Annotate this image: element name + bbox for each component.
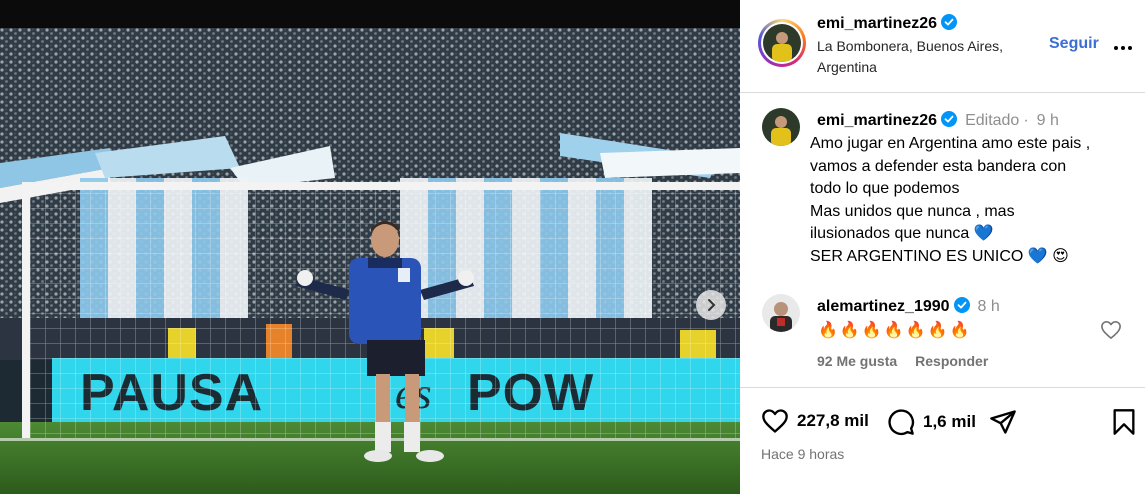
caption-line: SER ARGENTINO ES UNICO 💙 😍 <box>810 247 1069 265</box>
comment-time[interactable]: 8 h <box>978 298 1000 315</box>
header-username-row: emi_martinez26 <box>817 14 958 33</box>
post-timestamp[interactable]: Hace 9 horas <box>761 446 844 462</box>
commenter-username[interactable]: alemartinez_1990 <box>817 298 950 315</box>
post-location[interactable]: La Bombonera, Buenos Aires, Argentina <box>817 36 1037 78</box>
commenter-avatar[interactable] <box>762 294 800 332</box>
verified-badge-icon <box>941 111 958 127</box>
save-button[interactable] <box>1112 408 1136 436</box>
caption-line: ilusionados que nunca 💙 <box>810 225 994 242</box>
author-username[interactable]: emi_martinez26 <box>817 15 937 32</box>
comment-meta: 92 Me gusta Responder <box>817 353 1006 369</box>
comment-button[interactable]: 1,6 mil <box>887 408 976 436</box>
follow-button[interactable]: Seguir <box>1049 35 1099 53</box>
avatar-image <box>763 24 801 62</box>
comment-header: alemartinez_1990 8 h <box>817 297 1000 316</box>
comment-text: 🔥🔥🔥🔥🔥🔥🔥 <box>818 322 972 339</box>
caption-line: vamos a defender esta bandera con <box>810 157 1067 175</box>
post-actions: 227,8 mil 1,6 mil Hace 9 horas <box>740 387 1145 494</box>
caption-line: todo lo que podemos <box>810 180 960 197</box>
heart-icon <box>762 409 788 433</box>
comment-like-button[interactable] <box>1100 320 1122 345</box>
caption-avatar[interactable] <box>762 108 800 146</box>
heart-icon <box>1101 321 1121 339</box>
share-icon <box>990 410 1016 434</box>
more-options-button[interactable] <box>1113 38 1133 56</box>
caption-line: Amo jugar en Argentina amo este pais , <box>810 135 1091 152</box>
more-options-icon <box>1114 46 1132 50</box>
verified-badge-icon <box>941 14 958 30</box>
post-panel: emi_martinez26 La Bombonera, Buenos Aire… <box>740 0 1145 494</box>
next-photo-button[interactable] <box>696 290 726 320</box>
caption-header: emi_martinez26 Editado · 9 h <box>817 111 1059 129</box>
caption-text: Amo jugar en Argentina amo este pais , v… <box>810 133 1130 268</box>
share-button[interactable] <box>989 408 1017 436</box>
post-header: emi_martinez26 La Bombonera, Buenos Aire… <box>740 0 1145 93</box>
comment-icon <box>888 409 915 436</box>
post-photo[interactable]: PAUSA es POW <box>0 28 740 494</box>
likes-count[interactable]: 227,8 mil <box>797 411 869 431</box>
verified-badge-icon <box>953 297 970 313</box>
photo-top-band <box>0 0 740 28</box>
caption-username[interactable]: emi_martinez26 <box>817 112 937 129</box>
chevron-right-icon <box>708 299 716 311</box>
edited-label: Editado <box>965 112 1020 129</box>
author-avatar[interactable] <box>758 19 806 67</box>
like-button[interactable]: 227,8 mil <box>761 408 869 434</box>
comments-count[interactable]: 1,6 mil <box>923 412 976 432</box>
caption-line: Mas unidos que nunca , mas <box>810 202 1015 220</box>
comment-likes[interactable]: 92 Me gusta <box>817 353 897 369</box>
caption-time[interactable]: 9 h <box>1037 112 1059 129</box>
reply-button[interactable]: Responder <box>915 353 988 369</box>
bookmark-icon <box>1113 409 1135 435</box>
